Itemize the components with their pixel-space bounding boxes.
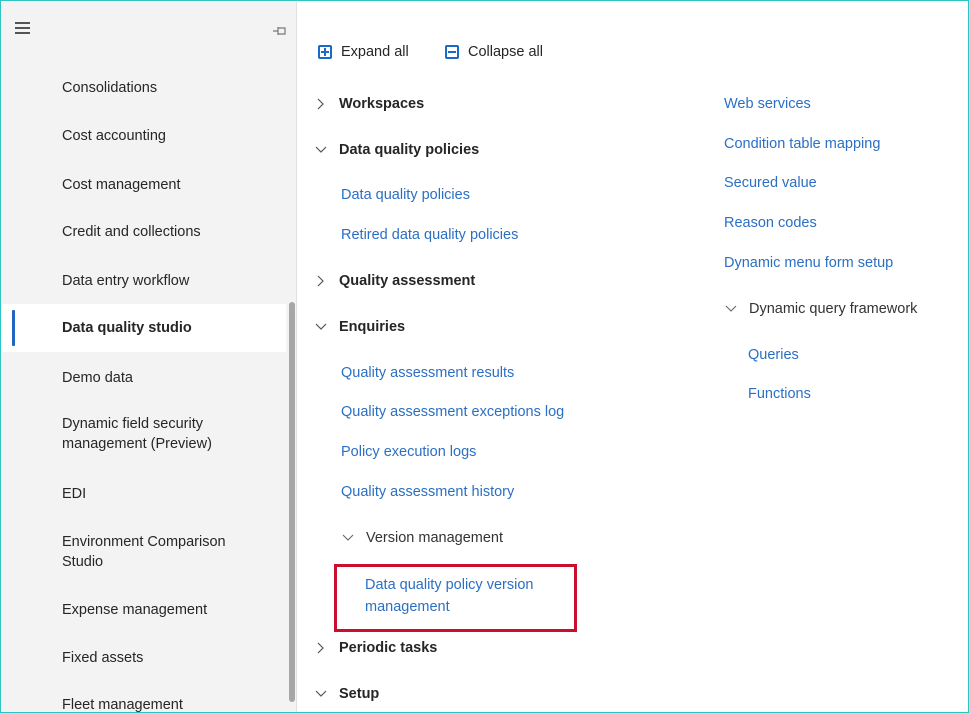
- chevron-down-icon: [315, 144, 327, 156]
- sidebar-item-label-line2: Studio: [62, 554, 104, 570]
- sidebar-item-data-entry-workflow[interactable]: Data entry workflow: [2, 271, 286, 291]
- group-workspaces[interactable]: Workspaces: [315, 93, 424, 115]
- link-functions[interactable]: Functions: [748, 383, 811, 405]
- sidebar-item-data-quality-studio[interactable]: Data quality studio: [2, 304, 286, 352]
- link-secured-value[interactable]: Secured value: [724, 172, 817, 194]
- link-data-quality-policies[interactable]: Data quality policies: [341, 184, 470, 206]
- collapse-all-label: Collapse all: [468, 44, 543, 60]
- chevron-down-icon: [725, 303, 737, 315]
- chevron-right-icon: [315, 275, 327, 287]
- link-dynamic-menu-form-setup[interactable]: Dynamic menu form setup: [724, 252, 893, 274]
- link-retired-data-quality-policies[interactable]: Retired data quality policies: [341, 224, 518, 246]
- sidebar-item-label-line2: management (Preview): [62, 436, 212, 452]
- collapse-all-button[interactable]: Collapse all: [445, 42, 543, 62]
- sidebar-item-fleet-management[interactable]: Fleet management: [2, 695, 286, 712]
- subgroup-label: Version management: [366, 530, 504, 546]
- group-label: Workspaces: [339, 96, 425, 112]
- sidebar-item-demo-data[interactable]: Demo data: [2, 368, 286, 388]
- link-quality-assessment-results[interactable]: Quality assessment results: [341, 362, 514, 384]
- link-quality-assessment-exceptions-log[interactable]: Quality assessment exceptions log: [341, 401, 564, 423]
- chevron-down-icon: [315, 688, 327, 700]
- expand-all-icon: [318, 45, 332, 59]
- subgroup-version-management[interactable]: Version management: [342, 527, 503, 549]
- subgroup-dynamic-query-framework[interactable]: Dynamic query framework: [725, 298, 917, 320]
- sidebar-item-edi[interactable]: EDI: [2, 484, 286, 504]
- sidebar-item-fixed-assets[interactable]: Fixed assets: [2, 648, 286, 668]
- sidebar-item-expense-management[interactable]: Expense management: [2, 600, 286, 620]
- sidebar-item-cost-accounting[interactable]: Cost accounting: [2, 126, 286, 146]
- group-enquiries[interactable]: Enquiries: [315, 316, 405, 338]
- link-reason-codes[interactable]: Reason codes: [724, 212, 817, 234]
- group-data-quality-policies[interactable]: Data quality policies: [315, 139, 479, 161]
- expand-all-label: Expand all: [341, 44, 409, 60]
- hamburger-icon[interactable]: [15, 22, 31, 34]
- sidebar-item-consolidations[interactable]: Consolidations: [2, 78, 286, 98]
- expand-all-button[interactable]: Expand all: [318, 42, 409, 62]
- chevron-down-icon: [315, 321, 327, 333]
- group-setup[interactable]: Setup: [315, 683, 379, 705]
- link-queries[interactable]: Queries: [748, 344, 799, 366]
- sidebar-item-credit-and-collections[interactable]: Credit and collections: [2, 222, 286, 242]
- chevron-right-icon: [315, 642, 327, 654]
- sidebar-item-label-line1: Dynamic field security: [62, 416, 204, 432]
- group-quality-assessment[interactable]: Quality assessment: [315, 270, 475, 292]
- sidebar-item-cost-management[interactable]: Cost management: [2, 175, 286, 195]
- group-label: Data quality policies: [339, 142, 480, 158]
- sidebar-item-environment-comparison-studio[interactable]: Environment Comparison Studio: [2, 532, 286, 572]
- chevron-down-icon: [342, 532, 354, 544]
- group-label: Enquiries: [339, 319, 406, 335]
- link-policy-execution-logs[interactable]: Policy execution logs: [341, 441, 476, 463]
- link-quality-assessment-history[interactable]: Quality assessment history: [341, 481, 514, 503]
- selected-indicator: [12, 310, 15, 346]
- sidebar: Consolidations Cost accounting Cost mana…: [2, 2, 297, 712]
- link-condition-table-mapping[interactable]: Condition table mapping: [724, 133, 880, 155]
- group-label: Quality assessment: [339, 273, 476, 289]
- link-web-services[interactable]: Web services: [724, 93, 811, 115]
- pin-icon[interactable]: [272, 24, 288, 36]
- collapse-all-icon: [445, 45, 459, 59]
- chevron-right-icon: [315, 98, 327, 110]
- app-frame: Consolidations Cost accounting Cost mana…: [0, 0, 969, 713]
- group-label: Periodic tasks: [339, 640, 438, 656]
- group-periodic-tasks[interactable]: Periodic tasks: [315, 637, 437, 659]
- sidebar-item-label-line1: Environment Comparison: [62, 534, 226, 550]
- highlight-box: [334, 564, 577, 632]
- sidebar-scrollbar[interactable]: [289, 302, 295, 702]
- sidebar-item-dynamic-field-security[interactable]: Dynamic field security management (Previ…: [2, 414, 286, 454]
- subgroup-label: Dynamic query framework: [749, 301, 918, 317]
- group-label: Setup: [339, 686, 380, 702]
